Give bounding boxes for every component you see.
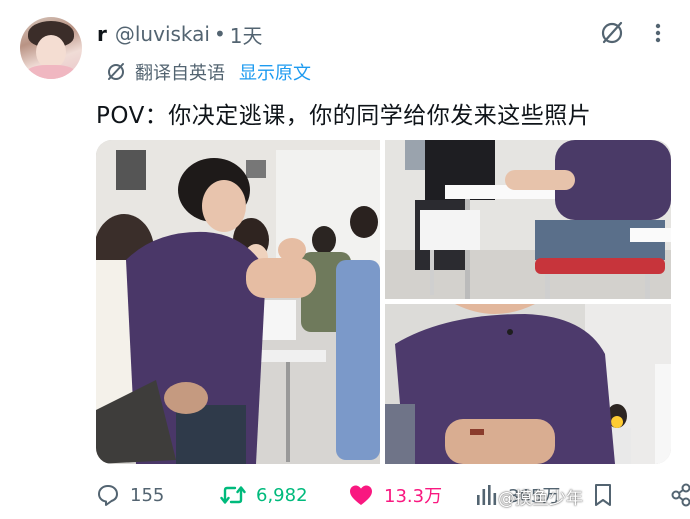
action-bar: 155 6,982 13.3万 365万 <box>96 478 690 512</box>
classroom-photo-1[interactable] <box>96 140 380 464</box>
translation-bar: 翻译自英语 显示原文 <box>105 58 311 86</box>
media-grid <box>96 140 671 464</box>
photo-1-drawing <box>96 140 380 464</box>
separator-dot: • <box>213 22 226 46</box>
show-original-link[interactable]: 显示原文 <box>239 59 311 85</box>
classroom-photo-2[interactable] <box>385 140 671 299</box>
display-name[interactable]: r <box>97 22 107 46</box>
reply-button[interactable]: 155 <box>96 478 164 512</box>
views-icon <box>477 485 497 505</box>
avatar[interactable] <box>20 17 82 79</box>
tweet-card: r @luviskai • 1天 翻译自英语 显示原文 POV：你决定逃课，你的… <box>0 0 690 519</box>
retweet-button[interactable]: 6,982 <box>220 478 308 512</box>
bookmark-share-group <box>592 478 690 512</box>
like-button[interactable]: 13.3万 <box>348 478 442 512</box>
photo-2-drawing <box>385 140 671 299</box>
photo-3-drawing <box>385 304 671 464</box>
bookmark-icon[interactable] <box>592 483 614 507</box>
tweet-text: POV：你决定逃课，你的同学给你发来这些照片 <box>96 103 592 129</box>
post-time[interactable]: 1天 <box>230 20 263 49</box>
user-handle[interactable]: @luviskai <box>115 22 210 46</box>
classroom-photo-3[interactable] <box>385 304 671 464</box>
heart-icon <box>350 485 372 505</box>
avatar-face <box>36 35 66 69</box>
avatar-shirt <box>26 65 76 79</box>
tweet-header: r @luviskai • 1天 <box>97 19 263 49</box>
reply-count: 155 <box>130 484 165 506</box>
retweet-count: 6,982 <box>256 484 308 506</box>
translated-from-label: 翻译自英语 <box>135 63 225 84</box>
like-count: 13.3万 <box>384 486 443 507</box>
watermark: @摸鱼少年 <box>498 489 583 509</box>
more-icon[interactable] <box>646 19 670 47</box>
reply-icon <box>98 485 118 506</box>
share-icon[interactable] <box>622 483 690 507</box>
grok-icon[interactable] <box>598 19 626 47</box>
translate-icon <box>108 63 124 80</box>
retweet-icon <box>220 486 246 504</box>
